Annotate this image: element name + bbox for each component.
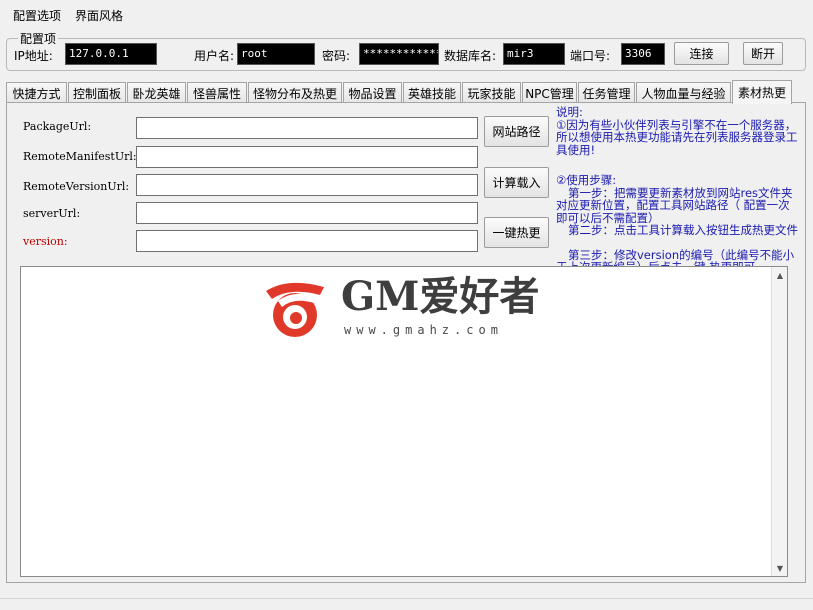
server-url-input[interactable]	[136, 202, 478, 224]
menu-theme[interactable]: 界面风格	[75, 7, 123, 24]
description-note: ①因为有些小伙伴列表与引擎不在一个服务器，所以想使用本热更功能请先在列表服务器登…	[556, 117, 798, 157]
watermark-domain: www.gmahz.com	[344, 323, 503, 337]
tab-hp-exp[interactable]: 人物血量与经验	[636, 82, 731, 103]
remote-manifest-url-input[interactable]	[136, 146, 478, 168]
output-textarea[interactable]: ▲ ▼ GM爱好者 www.gmahz.com	[20, 266, 788, 577]
ip-label: IP地址:	[14, 49, 53, 63]
tab-monster-attributes[interactable]: 怪兽属性	[187, 82, 247, 103]
tab-item-settings[interactable]: 物品设置	[343, 82, 402, 103]
remote-manifest-url-label: RemoteManifestUrl:	[23, 150, 137, 163]
port-field[interactable]: 3306	[621, 43, 665, 65]
description-step2: 第二步：点击工具计算载入按钮生成热更文件	[568, 223, 798, 237]
connect-button[interactable]: 连接	[674, 42, 729, 65]
version-label: version:	[23, 235, 68, 248]
db-label: 数据库名:	[444, 49, 497, 63]
tab-control-panel[interactable]: 控制面板	[68, 82, 126, 103]
user-label: 用户名:	[194, 49, 235, 63]
status-bar	[0, 598, 813, 610]
remote-version-url-input[interactable]	[136, 174, 478, 196]
tab-hero-skills[interactable]: 英雄技能	[403, 82, 461, 103]
tab-player-skills[interactable]: 玩家技能	[462, 82, 521, 103]
disconnect-button[interactable]: 断开	[743, 42, 783, 65]
compute-load-button[interactable]: 计算载入	[484, 167, 549, 198]
db-field[interactable]: mir3	[503, 43, 565, 65]
vertical-scrollbar[interactable]: ▲ ▼	[771, 267, 787, 576]
gm-logo-icon	[266, 282, 324, 337]
tab-asset-hotupdate[interactable]: 素材热更	[732, 80, 792, 104]
password-label: 密码:	[322, 49, 351, 63]
watermark-title: GM爱好者	[341, 273, 540, 320]
tab-npc-management[interactable]: NPC管理	[522, 82, 577, 103]
tab-monster-distribution[interactable]: 怪物分布及热更	[248, 82, 342, 103]
ip-field[interactable]: 127.0.0.1	[65, 43, 157, 65]
tab-shortcuts[interactable]: 快捷方式	[6, 82, 67, 103]
description-panel: 说明: ①因为有些小伙伴列表与引擎不在一个服务器，所以想使用本热更功能请先在列表…	[556, 106, 799, 274]
menu-bar: 配置选项 界面风格	[0, 0, 813, 28]
server-url-label: serverUrl:	[23, 207, 81, 220]
package-url-input[interactable]	[136, 117, 478, 139]
website-path-button[interactable]: 网站路径	[484, 116, 549, 147]
version-input[interactable]	[136, 230, 478, 252]
scroll-down-icon[interactable]: ▼	[772, 560, 788, 576]
user-field[interactable]: root	[237, 43, 315, 65]
port-label: 端口号:	[570, 49, 611, 63]
one-click-hotupdate-button[interactable]: 一键热更	[484, 217, 549, 248]
package-url-label: PackageUrl:	[23, 120, 92, 133]
password-field[interactable]: *************	[359, 43, 439, 65]
tab-wolong-hero[interactable]: 卧龙英雄	[127, 82, 186, 103]
scroll-up-icon[interactable]: ▲	[772, 267, 788, 283]
description-steps-title: ②使用步骤:	[556, 173, 617, 187]
description-step1: 第一步：把需要更新素材放到网站res文件夹对应更新位置，配置工具网站路径（ 配置…	[556, 185, 793, 225]
description-title: 说明:	[556, 105, 583, 119]
config-group-title: 配置项	[18, 30, 59, 47]
tab-task-management[interactable]: 任务管理	[578, 82, 635, 103]
remote-version-url-label: RemoteVersionUrl:	[23, 180, 130, 193]
menu-config-options[interactable]: 配置选项	[13, 7, 61, 24]
